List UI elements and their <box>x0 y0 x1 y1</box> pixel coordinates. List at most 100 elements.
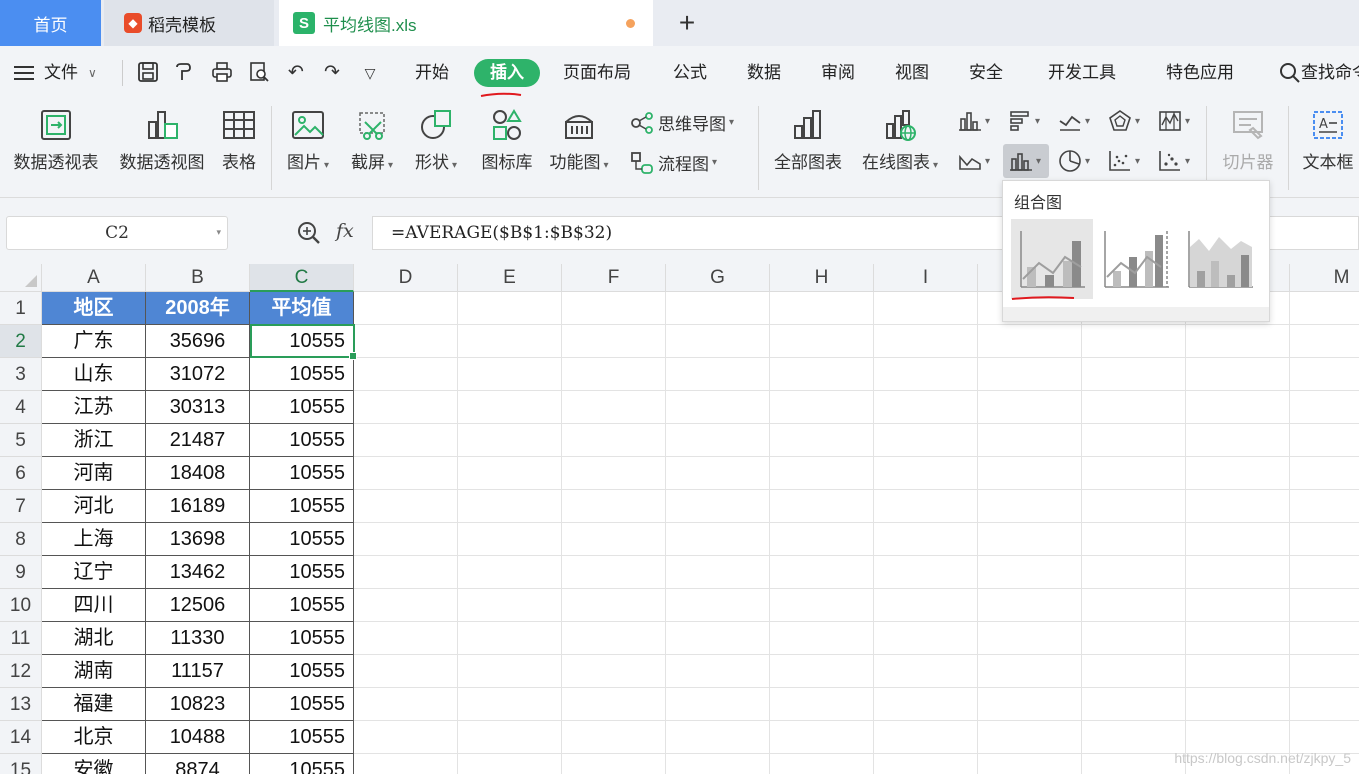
region-cell[interactable]: 湖北 <box>42 622 146 655</box>
average-cell[interactable]: 10555 <box>250 490 354 523</box>
average-cell[interactable]: 10555 <box>250 688 354 721</box>
spreadsheet-grid[interactable]: ABCDEFGHIJKLM 123456789101112131415 地区20… <box>0 264 1359 774</box>
insert-function-button[interactable]: fx <box>336 220 354 242</box>
region-cell[interactable]: 辽宁 <box>42 556 146 589</box>
region-cell[interactable]: 安徽 <box>42 754 146 774</box>
all-charts-button[interactable]: 全部图表 <box>770 108 846 173</box>
menu-formulas[interactable]: 公式 <box>673 61 707 85</box>
value-2008-cell[interactable]: 30313 <box>146 391 250 424</box>
icon-library-button[interactable]: 图标库 <box>476 108 538 173</box>
average-cell[interactable]: 10555 <box>250 457 354 490</box>
combo-option-area-column[interactable] <box>1179 219 1261 299</box>
menu-developer[interactable]: 开发工具 <box>1048 61 1116 85</box>
value-2008-cell[interactable]: 13698 <box>146 523 250 556</box>
row-header[interactable]: 1 <box>0 292 42 325</box>
print-preview-icon[interactable] <box>247 61 271 85</box>
average-cell[interactable]: 10555 <box>250 556 354 589</box>
menu-security[interactable]: 安全 <box>969 61 1003 85</box>
region-cell[interactable]: 湖南 <box>42 655 146 688</box>
region-cell[interactable]: 河南 <box>42 457 146 490</box>
row-header[interactable]: 14 <box>0 721 42 754</box>
stock-chart-button[interactable]: ▾ <box>1158 108 1198 134</box>
format-painter-icon[interactable] <box>172 61 196 85</box>
save-icon[interactable] <box>136 61 160 85</box>
row-header[interactable]: 9 <box>0 556 42 589</box>
tab-active-workbook[interactable]: S 平均线图.xls <box>279 0 653 46</box>
menu-view[interactable]: 视图 <box>895 61 929 85</box>
value-2008-cell[interactable]: 10488 <box>146 721 250 754</box>
bubble-chart-button[interactable]: ▾ <box>1158 148 1198 174</box>
flowchart-button[interactable]: 流程图 ▾ <box>630 150 717 175</box>
value-2008-cell[interactable]: 21487 <box>146 424 250 457</box>
header-cell[interactable]: 平均值 <box>250 292 354 325</box>
combo-option-column-line[interactable] <box>1011 219 1093 299</box>
customize-toolbar-icon[interactable]: ▽ <box>358 61 382 85</box>
combo-chart-button[interactable]: ▾ <box>1003 144 1049 178</box>
mindmap-button[interactable]: 思维导图 ▾ <box>630 110 734 135</box>
value-2008-cell[interactable]: 31072 <box>146 358 250 391</box>
name-box[interactable]: C2 ▾ <box>6 216 228 250</box>
value-2008-cell[interactable]: 13462 <box>146 556 250 589</box>
region-cell[interactable]: 四川 <box>42 589 146 622</box>
picture-button[interactable]: 图片 ▾ <box>282 108 334 173</box>
menu-home[interactable]: 开始 <box>415 61 449 85</box>
radar-chart-button[interactable]: ▾ <box>1108 108 1148 134</box>
bar-chart-button[interactable]: ▾ <box>1008 108 1048 134</box>
slicer-button[interactable]: 切片器 <box>1218 108 1278 173</box>
table-button[interactable]: 表格 <box>218 108 260 173</box>
row-header[interactable]: 2 <box>0 325 42 358</box>
online-charts-button[interactable]: 在线图表 ▾ <box>856 108 944 173</box>
average-cell[interactable]: 10555 <box>250 358 354 391</box>
region-cell[interactable]: 江苏 <box>42 391 146 424</box>
column-header-c[interactable]: C <box>250 264 354 292</box>
area-chart-button[interactable]: ▾ <box>958 148 998 174</box>
function-chart-button[interactable]: 功能图 ▾ <box>546 108 612 173</box>
column-header-h[interactable]: H <box>770 264 874 292</box>
menu-special[interactable]: 特色应用 <box>1166 61 1234 85</box>
average-cell[interactable]: 10555 <box>250 721 354 754</box>
region-cell[interactable]: 上海 <box>42 523 146 556</box>
average-cell[interactable]: 10555 <box>250 589 354 622</box>
header-cell[interactable]: 地区 <box>42 292 146 325</box>
shape-button[interactable]: 形状 ▾ <box>410 108 462 173</box>
average-cell[interactable]: 10555 <box>250 655 354 688</box>
pivot-table-button[interactable]: 数据透视表 <box>10 108 102 173</box>
column-chart-button[interactable]: ▾ <box>958 108 998 134</box>
menu-review[interactable]: 审阅 <box>821 61 855 85</box>
average-cell[interactable]: 10555 <box>250 523 354 556</box>
redo-icon[interactable]: ↷ <box>320 61 344 85</box>
region-cell[interactable]: 浙江 <box>42 424 146 457</box>
region-cell[interactable]: 河北 <box>42 490 146 523</box>
region-cell[interactable]: 广东 <box>42 325 146 358</box>
new-tab-plus-icon[interactable]: + <box>672 6 702 40</box>
value-2008-cell[interactable]: 16189 <box>146 490 250 523</box>
file-menu-button[interactable]: 文件 ∨ <box>14 61 97 85</box>
region-cell[interactable]: 山东 <box>42 358 146 391</box>
average-cell[interactable]: 10555 <box>250 391 354 424</box>
pie-chart-button[interactable]: ▾ <box>1058 148 1098 174</box>
average-cell[interactable]: 10555 <box>250 622 354 655</box>
value-2008-cell[interactable]: 18408 <box>146 457 250 490</box>
average-cell[interactable]: 10555 <box>250 325 354 358</box>
value-2008-cell[interactable]: 8874 <box>146 754 250 774</box>
row-header[interactable]: 5 <box>0 424 42 457</box>
row-header[interactable]: 12 <box>0 655 42 688</box>
menu-data[interactable]: 数据 <box>747 61 781 85</box>
tab-home[interactable]: 首页 <box>0 0 101 46</box>
pivot-chart-button[interactable]: 数据透视图 <box>116 108 208 173</box>
print-icon[interactable] <box>210 61 234 85</box>
row-header[interactable]: 15 <box>0 754 42 774</box>
zoom-formula-icon[interactable] <box>296 220 322 249</box>
column-header-f[interactable]: F <box>562 264 666 292</box>
value-2008-cell[interactable]: 11157 <box>146 655 250 688</box>
row-header[interactable]: 10 <box>0 589 42 622</box>
row-header[interactable]: 6 <box>0 457 42 490</box>
row-header[interactable]: 13 <box>0 688 42 721</box>
column-header-b[interactable]: B <box>146 264 250 292</box>
row-header[interactable]: 7 <box>0 490 42 523</box>
combo-option-column-line-secondary[interactable] <box>1095 219 1177 299</box>
value-2008-cell[interactable]: 35696 <box>146 325 250 358</box>
column-header-m[interactable]: M <box>1290 264 1359 292</box>
header-cell[interactable]: 2008年 <box>146 292 250 325</box>
tab-docer-template[interactable]: ◆ 稻壳模板 <box>104 0 274 46</box>
